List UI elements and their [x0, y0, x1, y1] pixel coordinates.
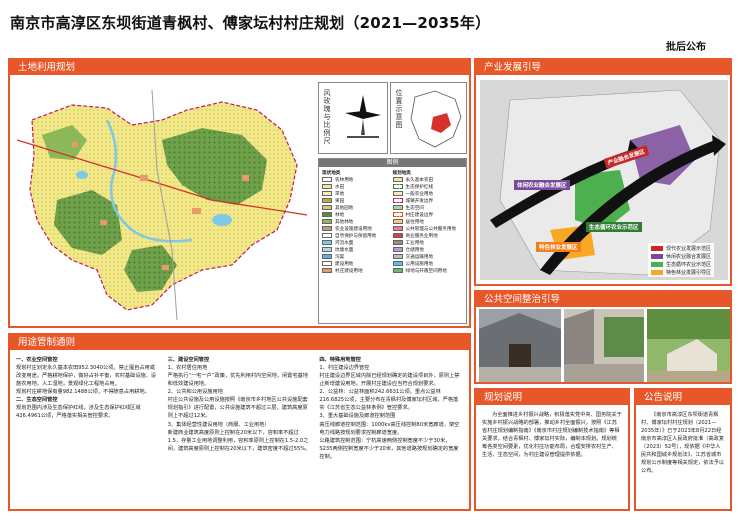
- planning-panel: 规划说明 为全面推进乡村振兴战略，积极落实党中央、国务院关于实施乡村振兴战略的部…: [474, 388, 630, 511]
- legend-item: 生态空间: [392, 204, 464, 211]
- usage-text: 新建商业建筑高度原则上控制在20米以下，容积率不超过1.5，存量工业用地调整利用…: [167, 429, 311, 452]
- legend-item: 仓储用地: [392, 246, 464, 253]
- usage-text: 村庄建设边界区域内除已经规划确定的建设项目外，原则上禁止新增建设用地，开展村庄建…: [319, 373, 460, 388]
- usage-heading: 用途管制通则: [10, 335, 469, 350]
- legend-item: 建设用地: [322, 260, 393, 267]
- usage-col-1: 一、农业空间管控 规划村庄划定永久基本农田952.3040公顷。禁止擅自占用或改…: [16, 356, 160, 461]
- legend-item: 村庄建设用地: [322, 267, 393, 274]
- legend-item: 绿地与开敞空间用地: [392, 267, 464, 274]
- legend-col-current: 现状地类 农林用地 水田 旱地 果园 其他园地 林地 其他林地 农业设施建设用地…: [322, 169, 393, 274]
- legend-item: 城镇开发边界: [392, 197, 464, 204]
- usage-text: 规划村庄耕地保有量982.1488公顷，不得随意占用耕地。: [16, 389, 150, 396]
- usage-text: 公路建筑控制范围：宁杭高速两侧控制宽度不少于30米，S235两侧控制宽度不少于2…: [319, 437, 459, 460]
- industry-legend-item: 休闲农业融合发展区: [651, 252, 711, 260]
- planning-heading: 规划说明: [476, 390, 628, 405]
- usage-text: 规划村庄划定永久基本农田952.3040公顷。禁止擅自占用或改变用途。严格耕地保…: [16, 365, 157, 388]
- usage-text: 3、集体经营性建设用地（商服、工业用地）: [167, 421, 270, 428]
- settlement: [140, 175, 148, 181]
- legend-item: 旱地: [322, 190, 393, 197]
- legend-item: 公共管理与公共服务用地: [392, 225, 464, 232]
- legend-box: 图例 现状地类 农林用地 水田 旱地 果园 其他园地 林地 其他林地 农业设施建…: [318, 158, 467, 324]
- wind-rose-box: 风玫瑰与比例尺: [318, 82, 388, 154]
- legend-item: 永久基本农田: [392, 176, 464, 183]
- legend-item: 自然保护与保留用地: [322, 232, 393, 239]
- industry-zone-label: 特色林业发展区: [536, 242, 581, 252]
- usage-text: 四、特殊用地管控: [319, 357, 361, 363]
- notice-panel: 公告说明 《南京市高淳区东坝街道青枫村、傅家坛村村庄规划（2021—2035年）…: [634, 388, 732, 511]
- legend-item: 工业用地: [392, 239, 464, 246]
- settlement: [242, 175, 249, 181]
- settlement: [72, 142, 78, 147]
- industry-zone-label: 休闲农业融合发展区: [514, 180, 570, 190]
- usage-text: 二、生态空间管控: [16, 397, 58, 404]
- notice-text: 《南京市高淳区东坝街道青枫村、傅家坛村村庄规划（2021—2035年）》已于20…: [641, 412, 725, 475]
- usage-text: 2、公共和公用设施用地: [167, 389, 223, 396]
- usage-text: 1、农村居住用地: [167, 365, 208, 372]
- legend-item: 林地: [322, 211, 393, 218]
- industry-panel: 产业发展引导 休闲农业融合发展区 产业融合发展区 生态循环农业示范区 特色林业发…: [474, 58, 732, 286]
- legend-col-planned: 规划地类 永久基本农田 生态保护红线 一般农业用地 城镇开发边界 生态空间 村庄…: [392, 169, 464, 274]
- settlement: [162, 265, 169, 270]
- industry-legend-item: 特色林业发展引导区: [651, 268, 711, 276]
- usage-panel: 用途管制通则 一、农业空间管控 规划村庄划定永久基本农田952.3040公顷。禁…: [8, 333, 471, 511]
- usage-text: 严格执行“一宅一户”政策，优先利用村内空闲地，闲置宅基地和低效建设用地。: [167, 373, 308, 388]
- legend-item: 村庄建设边界: [392, 211, 464, 218]
- notice-heading: 公告说明: [636, 390, 730, 405]
- industry-zone-label: 生态循环农业示范区: [586, 222, 642, 232]
- public-space-photo-3: [647, 309, 730, 382]
- legend-item: 生态保护红线: [392, 183, 464, 190]
- pond: [76, 171, 88, 179]
- pond: [212, 214, 232, 226]
- legend-item: 公用设施用地: [392, 260, 464, 267]
- public-space-heading: 公共空间整治引导: [476, 292, 730, 307]
- legend-item: 商业服务业用地: [392, 232, 464, 239]
- public-space-photo-2: [564, 309, 644, 382]
- location-map-label: 位置示意图: [395, 89, 403, 129]
- approval-note: 批后公布: [666, 42, 706, 53]
- industry-legend: 现代农业发展示范区 休闲农业融合发展区 生态循环农业示范区 特色林业发展引导区: [648, 243, 715, 277]
- location-map: [410, 90, 462, 148]
- usage-col-2: 三、建设空间管控 1、农村居住用地 严格执行“一宅一户”政策，优先利用村内空闲地…: [168, 356, 312, 461]
- legend-item: 居住用地: [392, 218, 464, 225]
- legend-item: 交通运输用地: [392, 253, 464, 260]
- industry-heading: 产业发展引导: [476, 60, 730, 75]
- legend-col-heading: 规划地类: [392, 170, 411, 176]
- public-space-panel: 公共空间整治引导: [474, 290, 732, 384]
- legend-item: 沟渠: [322, 253, 393, 260]
- usage-text: 2、公益林：公益林面积242.6631公顷。重点公益林216.6825公顷，主要…: [319, 389, 459, 412]
- usage-text: 3、重大基础设施及廊道控制范围: [319, 413, 396, 420]
- usage-text: 一、农业空间管控: [16, 357, 58, 363]
- wind-rose-label: 风玫瑰与比例尺: [323, 89, 331, 145]
- page-title: 南京市高淳区东坝街道青枫村、傅家坛村村庄规划（2021—2035年）: [10, 14, 491, 32]
- settlement: [100, 220, 107, 225]
- usage-text: 高压线廊道控制范围：1000kv高压线控制80米宽廊道，架空电力线路按规划要求控…: [319, 421, 460, 436]
- legend-item: 果园: [322, 197, 393, 204]
- compass-icon: [345, 95, 381, 138]
- legend-item: 河流水面: [322, 239, 393, 246]
- industry-legend-item: 现代农业发展示范区: [651, 244, 711, 252]
- usage-text: 1、村庄建设边界管控: [319, 365, 370, 372]
- legend-item: 坑塘水面: [322, 246, 393, 253]
- legend-item: 其他林地: [322, 218, 393, 225]
- land-use-heading: 土地利用规划: [10, 60, 469, 75]
- land-use-map: [16, 89, 308, 321]
- land-use-panel: 土地利用规划 风玫瑰与比例尺 位置示意图 图例 现状地类 农林用地 水田 旱地 …: [8, 58, 471, 328]
- public-space-photo-1: [479, 309, 561, 382]
- legend-item: 农业设施建设用地: [322, 225, 393, 232]
- usage-text: 村庄公共设施及公用设施按照《南京市乡村地区公共设施配套规划指引》进行配置，公共设…: [167, 397, 308, 420]
- legend-item: 水田: [322, 183, 393, 190]
- legend-item: 其他园地: [322, 204, 393, 211]
- usage-text: 规划范围内涉及生态保护红线，涉及生态保护红线区域426.4961公顷，严格落实相…: [16, 405, 141, 420]
- location-map-box: 位置示意图: [390, 82, 467, 154]
- legend-title: 图例: [319, 159, 466, 167]
- usage-col-3: 四、特殊用地管控 1、村庄建设边界管控 村庄建设边界区域内除已经规划确定的建设项…: [319, 356, 463, 461]
- usage-text: 三、建设空间管控: [167, 357, 210, 363]
- legend-item: 一般农业用地: [392, 190, 464, 197]
- industry-legend-item: 生态循环农业示范区: [651, 260, 711, 268]
- legend-item: 农林用地: [322, 176, 393, 183]
- settlement: [192, 208, 201, 214]
- planning-text: 为全面推进乡村振兴战略，积极落实党中央、国务院关于实施乡村振兴战略的部署，推动乡…: [482, 412, 622, 459]
- legend-col-heading: 现状地类: [322, 170, 341, 176]
